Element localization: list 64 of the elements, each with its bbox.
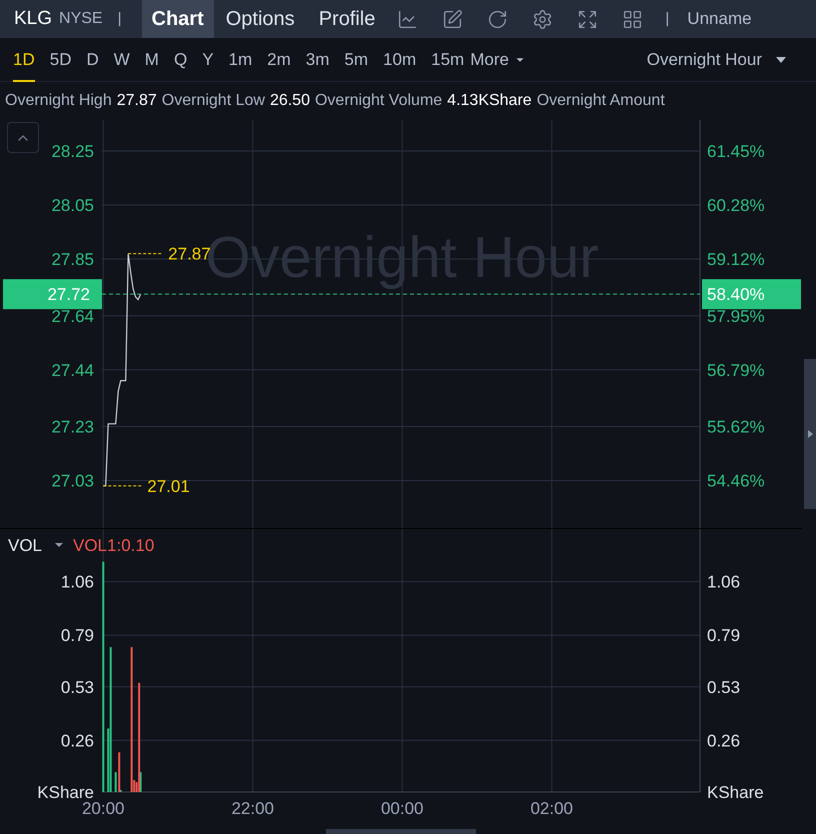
volume-axis-label: 0.79	[707, 626, 740, 646]
volume-axis-label: 1.06	[707, 572, 740, 592]
period-tab[interactable]: 1D	[13, 38, 35, 82]
percent-axis-label: 54.46%	[707, 471, 765, 490]
price-axis-label: 28.05	[51, 196, 94, 216]
period-tab[interactable]: 10m	[383, 38, 416, 82]
period-tab[interactable]: 5D	[50, 38, 72, 82]
tab[interactable]: Chart	[142, 0, 214, 38]
period-tab[interactable]: 2m	[267, 38, 291, 82]
period-tab[interactable]: W	[114, 38, 130, 82]
exchange-label: NYSE	[59, 9, 103, 29]
time-axis-label: 22:00	[231, 799, 274, 818]
price-axis-label: 27.23	[51, 417, 94, 436]
stat-value: 26.50	[270, 91, 310, 111]
price-axis-label: 27.44	[51, 360, 94, 380]
volume-axis-label: 0.53	[60, 678, 94, 697]
layout-name[interactable]: Unname	[687, 6, 752, 32]
marker-label: 27.87	[168, 244, 211, 264]
marker-label: 27.01	[147, 476, 190, 496]
price-axis-label: 27.85	[51, 250, 94, 270]
time-axis-label: 00:00	[380, 799, 424, 818]
price-axis-label: 28.25	[51, 142, 94, 162]
indicator-label: VOL	[8, 536, 42, 555]
ticker-symbol: KLG	[14, 6, 52, 31]
stat-value: 4.13KShare	[447, 91, 532, 111]
volume-axis-label: 1.06	[60, 572, 94, 592]
time-axis-label: 02:00	[530, 799, 574, 818]
period-tab[interactable]: 3m	[306, 38, 330, 82]
indicator-parameter: VOL1:0.10	[73, 536, 154, 555]
period-tab[interactable]: 1m	[228, 38, 252, 82]
volume-axis-label: 0.26	[707, 731, 740, 750]
stat-label: Overnight High	[5, 91, 112, 111]
period-tab[interactable]: 5m	[344, 38, 368, 82]
period-tab[interactable]: M	[144, 38, 159, 82]
percent-axis-label: 56.79%	[707, 360, 765, 380]
volume-axis-label: 0.79	[60, 626, 94, 646]
volume-axis-label: 0.26	[60, 731, 94, 750]
time-axis-label: 20:00	[82, 799, 125, 818]
period-tab[interactable]: D	[86, 38, 99, 82]
stat-label: Overnight Low	[162, 91, 265, 111]
period-tab[interactable]: Y	[202, 38, 214, 82]
percent-axis-label: 61.45%	[707, 142, 765, 162]
separator: |	[665, 8, 670, 29]
volume-axis-label: 0.53	[707, 678, 740, 697]
stat-label: Overnight Volume	[314, 91, 442, 111]
more-dropdown[interactable]: More	[470, 46, 527, 72]
tab[interactable]: Profile	[306, 0, 388, 38]
tab[interactable]: Options	[214, 0, 307, 38]
price-axis-label: 27.03	[51, 471, 94, 490]
unit-label: KShare	[707, 783, 764, 802]
stat-label: Overnight Amount	[536, 91, 665, 111]
session-dropdown[interactable]: Overnight Hour	[646, 46, 786, 72]
period-tab[interactable]: Q	[174, 38, 188, 82]
price-tag-label: 27.72	[47, 285, 90, 304]
percent-axis-label: 60.28%	[707, 196, 765, 216]
percent-axis-label: 59.12%	[707, 250, 765, 270]
percent-axis-label: 57.95%	[707, 306, 765, 326]
percent-tag-label: 58.40%	[707, 285, 765, 304]
separator: |	[118, 8, 122, 29]
percent-axis-label: 55.62%	[707, 417, 765, 436]
price-axis-label: 27.64	[51, 306, 94, 326]
unit-label: KShare	[37, 783, 94, 802]
period-tab[interactable]: 15m	[431, 38, 464, 82]
stat-value: 27.87	[116, 91, 157, 111]
